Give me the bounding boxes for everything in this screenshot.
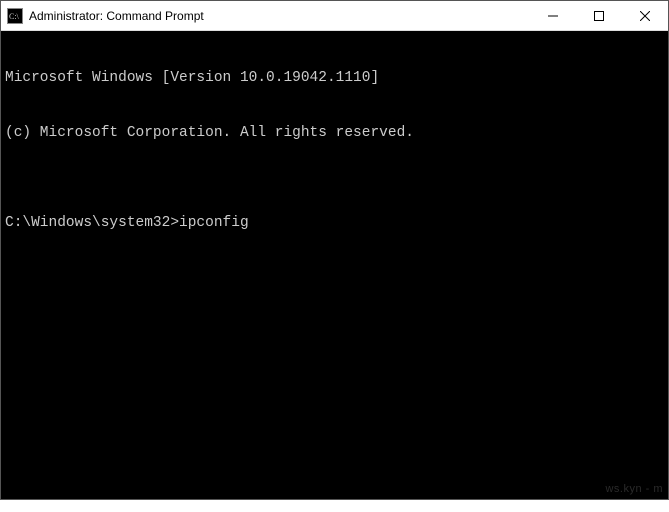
version-line: Microsoft Windows [Version 10.0.19042.11… — [5, 69, 664, 87]
svg-text:C:\: C:\ — [9, 12, 20, 21]
prompt-path: C:\Windows\system32> — [5, 214, 179, 232]
close-button[interactable] — [622, 1, 668, 30]
window-controls — [530, 1, 668, 30]
minimize-button[interactable] — [530, 1, 576, 30]
maximize-button[interactable] — [576, 1, 622, 30]
watermark-text: ws.kyn - m — [605, 483, 663, 495]
titlebar[interactable]: C:\ Administrator: Command Prompt — [1, 1, 668, 31]
copyright-line: (c) Microsoft Corporation. All rights re… — [5, 124, 664, 142]
window-title: Administrator: Command Prompt — [29, 9, 204, 23]
prompt-line: C:\Windows\system32>ipconfig — [5, 214, 664, 232]
cmd-icon: C:\ — [7, 8, 23, 24]
command-prompt-window: C:\ Administrator: Command Prompt Micros… — [0, 0, 669, 500]
terminal-area[interactable]: Microsoft Windows [Version 10.0.19042.11… — [1, 31, 668, 499]
typed-command: ipconfig — [179, 214, 249, 232]
